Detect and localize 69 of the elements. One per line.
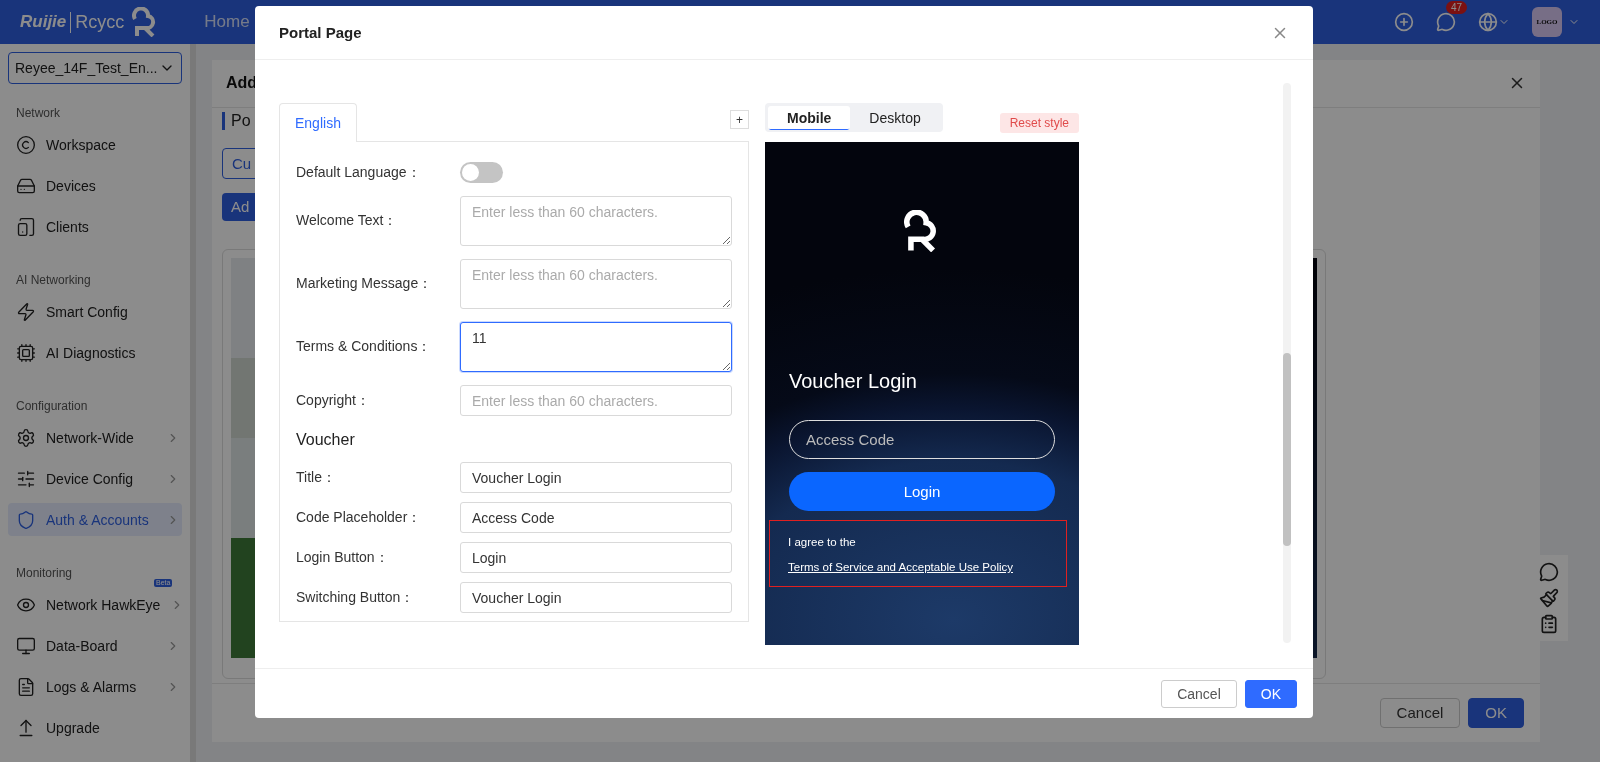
view-tab[interactable]: Desktop xyxy=(850,106,940,129)
ok-button[interactable]: OK xyxy=(1244,679,1297,708)
text-area[interactable]: 11 xyxy=(460,322,732,372)
brand-logo: Ruijie xyxy=(20,12,67,32)
sidebar-item[interactable]: Device Config xyxy=(8,462,182,495)
sidebar-item[interactable]: Smart Config xyxy=(8,295,182,328)
copyright-icon xyxy=(16,134,36,155)
sidebar-item[interactable]: Clients xyxy=(8,210,182,243)
ok-button[interactable]: OK xyxy=(1468,697,1524,728)
field-label: Terms & Conditions： xyxy=(296,338,433,356)
input-field[interactable]: Voucher Login xyxy=(460,462,732,493)
input-field[interactable]: Voucher Login xyxy=(460,582,732,613)
field-label: Code Placeholder： xyxy=(296,508,423,527)
globe-button[interactable] xyxy=(1478,12,1510,32)
preview-title: Voucher Login xyxy=(789,370,917,393)
chip-icon xyxy=(16,342,36,363)
sidebar-item[interactable]: AI Diagnostics xyxy=(8,336,182,369)
monitor-icon xyxy=(16,635,36,656)
sidebar-item[interactable]: Workspace xyxy=(8,128,182,161)
sidebar-item[interactable]: Upgrade xyxy=(8,711,182,744)
gear-icon xyxy=(16,427,36,448)
site-select[interactable]: Reyee_14F_Test_En... xyxy=(8,52,182,84)
field-label: Title： xyxy=(296,468,337,487)
sidebar-item[interactable]: Logs & Alarms xyxy=(8,670,182,703)
field-label: Default Language： xyxy=(296,163,422,182)
group-title: Configuration xyxy=(16,399,89,413)
clipboard-icon[interactable] xyxy=(1539,614,1559,634)
modal-title: Portal Page xyxy=(279,24,362,41)
brush-icon[interactable] xyxy=(1539,588,1559,608)
input-field[interactable]: Access Code xyxy=(460,502,732,533)
cancel-button[interactable]: Cancel xyxy=(1379,697,1461,728)
product-logo: Rcycc xyxy=(70,11,125,33)
reset-style-button[interactable]: Reset style xyxy=(999,113,1079,133)
cancel-button[interactable]: Cancel xyxy=(1161,679,1237,708)
sidebar-item[interactable]: Auth & Accounts xyxy=(8,503,182,536)
field-label: Marketing Message： xyxy=(296,275,434,293)
input-field[interactable]: Login xyxy=(460,542,732,573)
toggle-switch[interactable] xyxy=(460,162,503,183)
sidebar-item[interactable]: Devices xyxy=(8,169,182,202)
group-title: Monitoring xyxy=(16,566,74,580)
group-title: AI Networking xyxy=(16,273,92,287)
view-tab[interactable]: Mobile xyxy=(768,106,851,129)
add-icon[interactable] xyxy=(1394,12,1414,32)
sidebar-item[interactable]: Data-Board xyxy=(8,629,182,662)
notification-badge: 47 xyxy=(1446,1,1468,14)
agreement-text: I agree to the Terms of Service and Acceptable Use Policy xyxy=(788,535,1014,575)
section-heading: Voucher xyxy=(296,431,356,449)
tablet-phone-icon xyxy=(16,216,36,237)
group-title: Network xyxy=(16,106,61,120)
input-field[interactable]: Enter less than 60 characters. xyxy=(460,385,732,416)
sidebar-item[interactable]: Network-Wide xyxy=(8,421,182,454)
section-title: Po xyxy=(222,111,251,130)
chat-button[interactable] xyxy=(1436,12,1456,32)
field-label: Switching Button： xyxy=(296,588,416,607)
text-area[interactable]: Enter less than 60 characters. xyxy=(460,196,732,246)
sliders-icon xyxy=(16,468,36,489)
login-button[interactable]: Login xyxy=(789,472,1055,511)
field-label: Login Button： xyxy=(296,548,390,567)
document-icon xyxy=(16,676,36,697)
shield-icon xyxy=(16,509,36,530)
field-label: Copyright： xyxy=(296,391,371,410)
field-label: Welcome Text： xyxy=(296,212,399,230)
add-tab-button[interactable]: + xyxy=(730,110,749,129)
language-tab[interactable]: English xyxy=(279,103,357,142)
chat-icon[interactable] xyxy=(1539,562,1559,582)
sidebar-item[interactable]: Network HawkEye xyxy=(8,588,182,621)
text-area[interactable]: Enter less than 60 characters. xyxy=(460,259,732,309)
terms-link[interactable]: Terms of Service and Acceptable Use Policy xyxy=(788,561,1013,573)
lightning-icon xyxy=(16,301,36,322)
